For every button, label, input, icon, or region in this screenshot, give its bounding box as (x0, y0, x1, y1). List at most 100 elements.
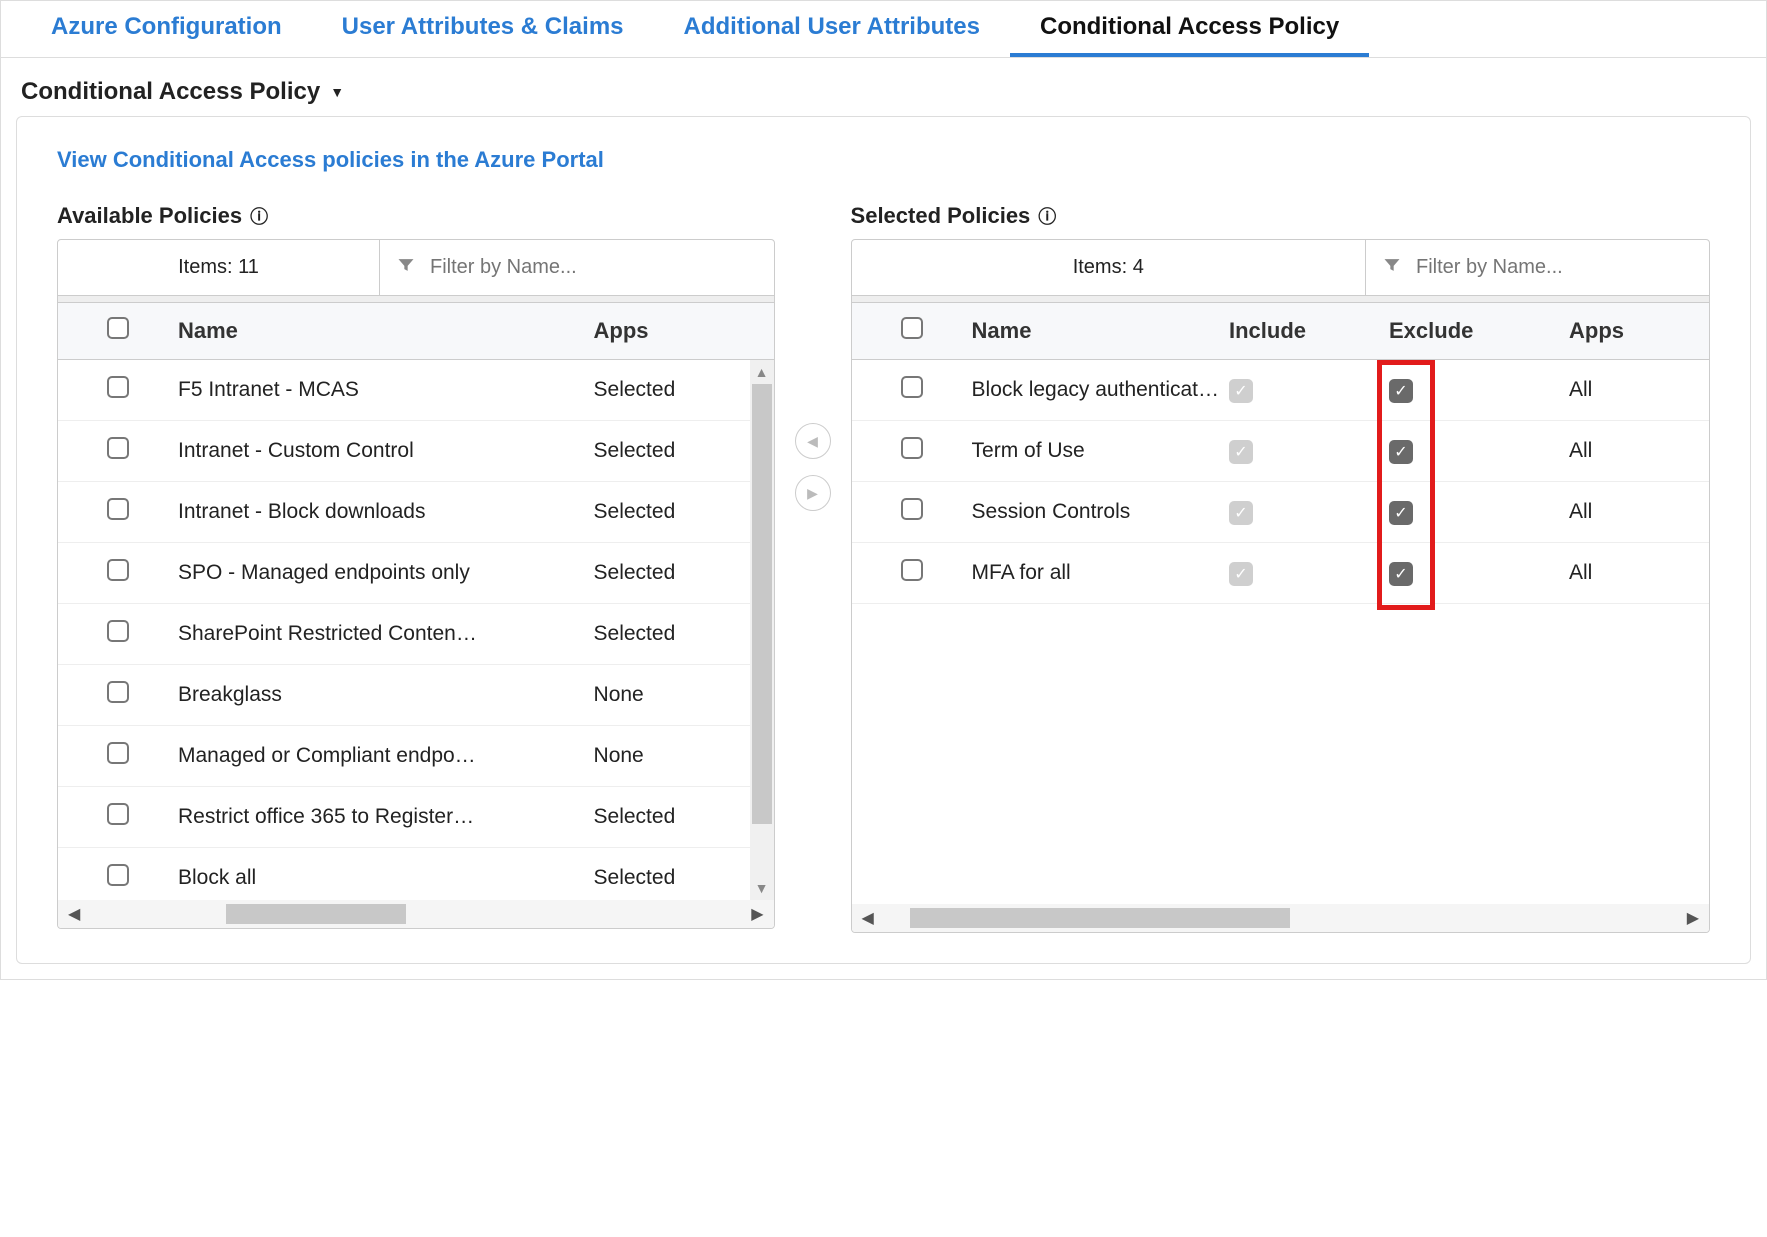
policy-apps: None (594, 744, 774, 768)
scroll-left-icon[interactable]: ◀ (856, 908, 880, 928)
scroll-thumb[interactable] (752, 384, 772, 824)
col-name[interactable]: Name (972, 318, 1229, 344)
vertical-scrollbar[interactable]: ▲ ▼ (750, 360, 774, 900)
horizontal-scrollbar[interactable]: ◀ ▶ (852, 904, 1709, 932)
table-row[interactable]: MFA for all✓✓All (852, 543, 1709, 604)
hscroll-thumb[interactable] (226, 904, 406, 924)
table-row[interactable]: Block legacy authenticat…✓✓All (852, 360, 1709, 421)
row-checkbox[interactable] (901, 437, 923, 459)
scroll-down-icon[interactable]: ▼ (750, 876, 774, 900)
col-exclude[interactable]: Exclude (1389, 318, 1569, 344)
row-checkbox[interactable] (107, 681, 129, 703)
table-row[interactable]: Restrict office 365 to Register…Selected (58, 787, 774, 848)
filter-icon (396, 255, 416, 281)
policy-name: Intranet - Block downloads (178, 500, 594, 524)
policy-name: MFA for all (972, 561, 1229, 585)
policy-name: Session Controls (972, 500, 1229, 524)
exclude-checkbox[interactable]: ✓ (1389, 379, 1413, 403)
row-checkbox[interactable] (107, 376, 129, 398)
policy-apps: Selected (594, 622, 774, 646)
selected-column: Selected Policies ⓘ Items: 4 (851, 203, 1710, 933)
row-checkbox[interactable] (901, 376, 923, 398)
selected-items-count: Items: 4 (852, 240, 1366, 295)
policy-name: Intranet - Custom Control (178, 439, 594, 463)
tab-additional-user-attributes[interactable]: Additional User Attributes (654, 1, 1010, 57)
azure-portal-link[interactable]: View Conditional Access policies in the … (57, 147, 1710, 173)
row-checkbox[interactable] (107, 803, 129, 825)
selected-body: Block legacy authenticat…✓✓AllTerm of Us… (852, 360, 1709, 904)
policy-name: Term of Use (972, 439, 1229, 463)
tab-azure-configuration[interactable]: Azure Configuration (21, 1, 312, 57)
policy-apps: Selected (594, 439, 774, 463)
move-left-button[interactable]: ◀ (795, 423, 831, 459)
row-checkbox[interactable] (107, 620, 129, 642)
table-row[interactable]: F5 Intranet - MCASSelected (58, 360, 774, 421)
scroll-right-icon[interactable]: ▶ (745, 904, 769, 924)
policy-name: Block legacy authenticat… (972, 378, 1229, 402)
col-apps[interactable]: Apps (1569, 318, 1709, 344)
main-panel: View Conditional Access policies in the … (16, 116, 1751, 964)
row-checkbox[interactable] (107, 742, 129, 764)
policy-name: Restrict office 365 to Register… (178, 805, 594, 829)
selected-table: Items: 4 Name Include Exclude (851, 239, 1710, 933)
table-row[interactable]: Block allSelected (58, 848, 774, 900)
exclude-checkbox[interactable]: ✓ (1389, 501, 1413, 525)
row-checkbox[interactable] (107, 864, 129, 886)
row-checkbox[interactable] (901, 559, 923, 581)
policy-apps: Selected (594, 500, 774, 524)
include-checkbox[interactable]: ✓ (1229, 501, 1253, 525)
col-include[interactable]: Include (1229, 318, 1389, 344)
include-checkbox[interactable]: ✓ (1229, 562, 1253, 586)
row-checkbox[interactable] (107, 559, 129, 581)
include-checkbox[interactable]: ✓ (1229, 379, 1253, 403)
policy-apps: None (594, 683, 774, 707)
row-checkbox[interactable] (901, 498, 923, 520)
select-all-checkbox[interactable] (901, 317, 923, 339)
table-row[interactable]: Intranet - Custom ControlSelected (58, 421, 774, 482)
policy-name: SPO - Managed endpoints only (178, 561, 594, 585)
available-title-text: Available Policies (57, 203, 242, 229)
selected-title: Selected Policies ⓘ (851, 203, 1710, 229)
scroll-left-icon[interactable]: ◀ (62, 904, 86, 924)
exclude-checkbox[interactable]: ✓ (1389, 562, 1413, 586)
table-row[interactable]: Session Controls✓✓All (852, 482, 1709, 543)
available-filter-input[interactable] (430, 256, 758, 279)
include-checkbox[interactable]: ✓ (1229, 440, 1253, 464)
policy-apps: Selected (594, 866, 774, 890)
col-apps[interactable]: Apps (594, 318, 774, 344)
table-row[interactable]: Term of Use✓✓All (852, 421, 1709, 482)
move-right-button[interactable]: ▶ (795, 475, 831, 511)
info-icon[interactable]: ⓘ (1038, 203, 1056, 229)
info-icon[interactable]: ⓘ (250, 203, 268, 229)
selected-toolbar: Items: 4 (852, 240, 1709, 296)
hscroll-thumb[interactable] (910, 908, 1290, 928)
policy-apps: All (1569, 378, 1709, 402)
scroll-right-icon[interactable]: ▶ (1681, 908, 1705, 928)
tab-conditional-access-policy[interactable]: Conditional Access Policy (1010, 1, 1369, 57)
table-row[interactable]: BreakglassNone (58, 665, 774, 726)
table-row[interactable]: SPO - Managed endpoints onlySelected (58, 543, 774, 604)
chevron-down-icon: ▼ (330, 84, 344, 100)
selected-title-text: Selected Policies (851, 203, 1031, 229)
tabs-bar: Azure ConfigurationUser Attributes & Cla… (1, 1, 1766, 58)
table-row[interactable]: Intranet - Block downloadsSelected (58, 482, 774, 543)
scroll-up-icon[interactable]: ▲ (750, 360, 774, 384)
tab-user-attributes-claims[interactable]: User Attributes & Claims (312, 1, 654, 57)
section-header[interactable]: Conditional Access Policy ▼ (1, 58, 1766, 116)
row-checkbox[interactable] (107, 437, 129, 459)
policy-apps: All (1569, 439, 1709, 463)
available-items-count: Items: 11 (58, 240, 380, 295)
row-checkbox[interactable] (107, 498, 129, 520)
policy-apps: All (1569, 561, 1709, 585)
col-name[interactable]: Name (178, 318, 594, 344)
exclude-checkbox[interactable]: ✓ (1389, 440, 1413, 464)
table-row[interactable]: SharePoint Restricted Conten…Selected (58, 604, 774, 665)
policy-name: Block all (178, 866, 594, 890)
table-row[interactable]: Managed or Compliant endpo…None (58, 726, 774, 787)
select-all-checkbox[interactable] (107, 317, 129, 339)
horizontal-scrollbar[interactable]: ◀ ▶ (58, 900, 774, 928)
selected-header-row: Name Include Exclude Apps (852, 302, 1709, 360)
policy-apps: All (1569, 500, 1709, 524)
available-title: Available Policies ⓘ (57, 203, 775, 229)
selected-filter-input[interactable] (1416, 256, 1693, 279)
